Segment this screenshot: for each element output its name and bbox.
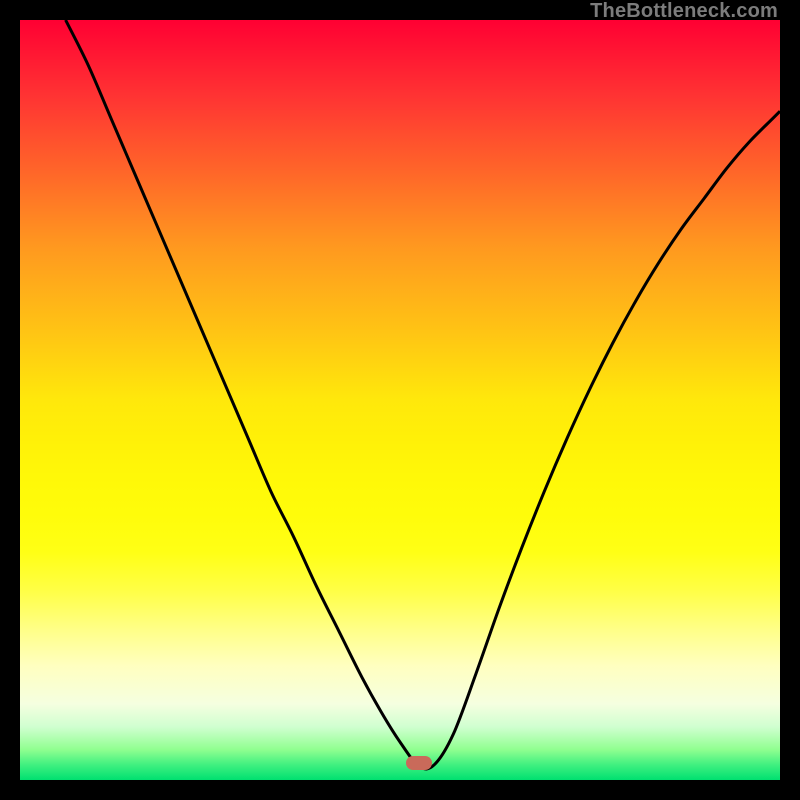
optimal-marker — [406, 756, 432, 770]
watermark-text: TheBottleneck.com — [590, 0, 778, 23]
plot-area — [20, 20, 780, 780]
chart-frame: TheBottleneck.com — [0, 0, 800, 800]
curve-svg — [20, 20, 780, 780]
bottleneck-curve — [66, 20, 780, 769]
